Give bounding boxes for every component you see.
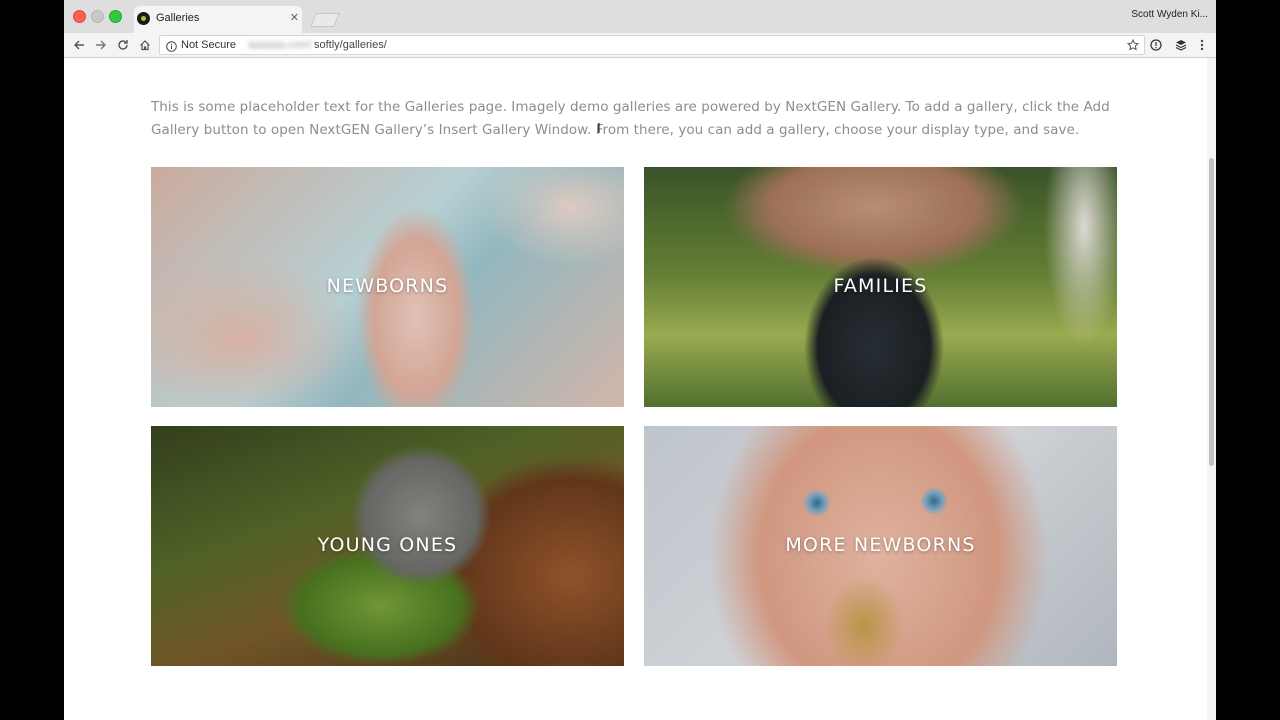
- gallery-label: NEWBORNS: [326, 275, 449, 297]
- url-path: softly/galleries/: [314, 39, 387, 51]
- menu-icon[interactable]: [1192, 35, 1212, 55]
- forward-arrow-icon[interactable]: [91, 35, 111, 55]
- layers-icon[interactable]: [1171, 35, 1191, 55]
- gallery-label: MORE NEWBORNS: [785, 534, 976, 556]
- reload-icon[interactable]: [113, 35, 133, 55]
- gallery-young-ones[interactable]: YOUNG ONES: [151, 426, 624, 666]
- home-icon[interactable]: [135, 35, 155, 55]
- text-cursor-icon: I: [597, 122, 601, 137]
- tab-galleries[interactable]: Galleries ✕: [134, 6, 302, 33]
- gallery-families[interactable]: FAMILIES: [644, 167, 1117, 407]
- close-icon[interactable]: ✕: [290, 11, 299, 24]
- tab-title: Galleries: [156, 12, 200, 24]
- info-icon[interactable]: [166, 39, 177, 57]
- intro-text: This is some placeholder text for the Ga…: [151, 99, 1110, 138]
- gallery-more-newborns[interactable]: MORE NEWBORNS: [644, 426, 1117, 666]
- back-arrow-icon[interactable]: [69, 35, 89, 55]
- scroll-thumb[interactable]: [1209, 158, 1214, 466]
- extension-icon[interactable]: [1146, 35, 1166, 55]
- page-scrollbar[interactable]: [1207, 58, 1216, 720]
- site-favicon-icon: [137, 12, 150, 25]
- zoom-window-button[interactable]: [109, 10, 122, 23]
- security-label[interactable]: Not Secure: [181, 39, 236, 51]
- url-host: aaaaaa.com/: [248, 39, 312, 51]
- profile-name[interactable]: Scott Wyden Ki...: [1131, 9, 1208, 20]
- page-content: This is some placeholder text for the Ga…: [64, 58, 1216, 720]
- address-bar[interactable]: Not Secure aaaaaa.com/ softly/galleries/: [159, 35, 1145, 55]
- new-tab-button[interactable]: [310, 13, 340, 27]
- close-window-button[interactable]: [73, 10, 86, 23]
- gallery-label: FAMILIES: [833, 275, 928, 297]
- browser-window: Galleries ✕ Scott Wyden Ki... Not Secure…: [64, 0, 1216, 720]
- gallery-label: YOUNG ONES: [317, 534, 458, 556]
- tab-strip: Galleries ✕ Scott Wyden Ki...: [64, 0, 1216, 33]
- minimize-window-button[interactable]: [91, 10, 104, 23]
- toolbar: Not Secure aaaaaa.com/ softly/galleries/: [64, 33, 1216, 58]
- star-icon[interactable]: [1126, 38, 1140, 56]
- gallery-newborns[interactable]: NEWBORNS: [151, 167, 624, 407]
